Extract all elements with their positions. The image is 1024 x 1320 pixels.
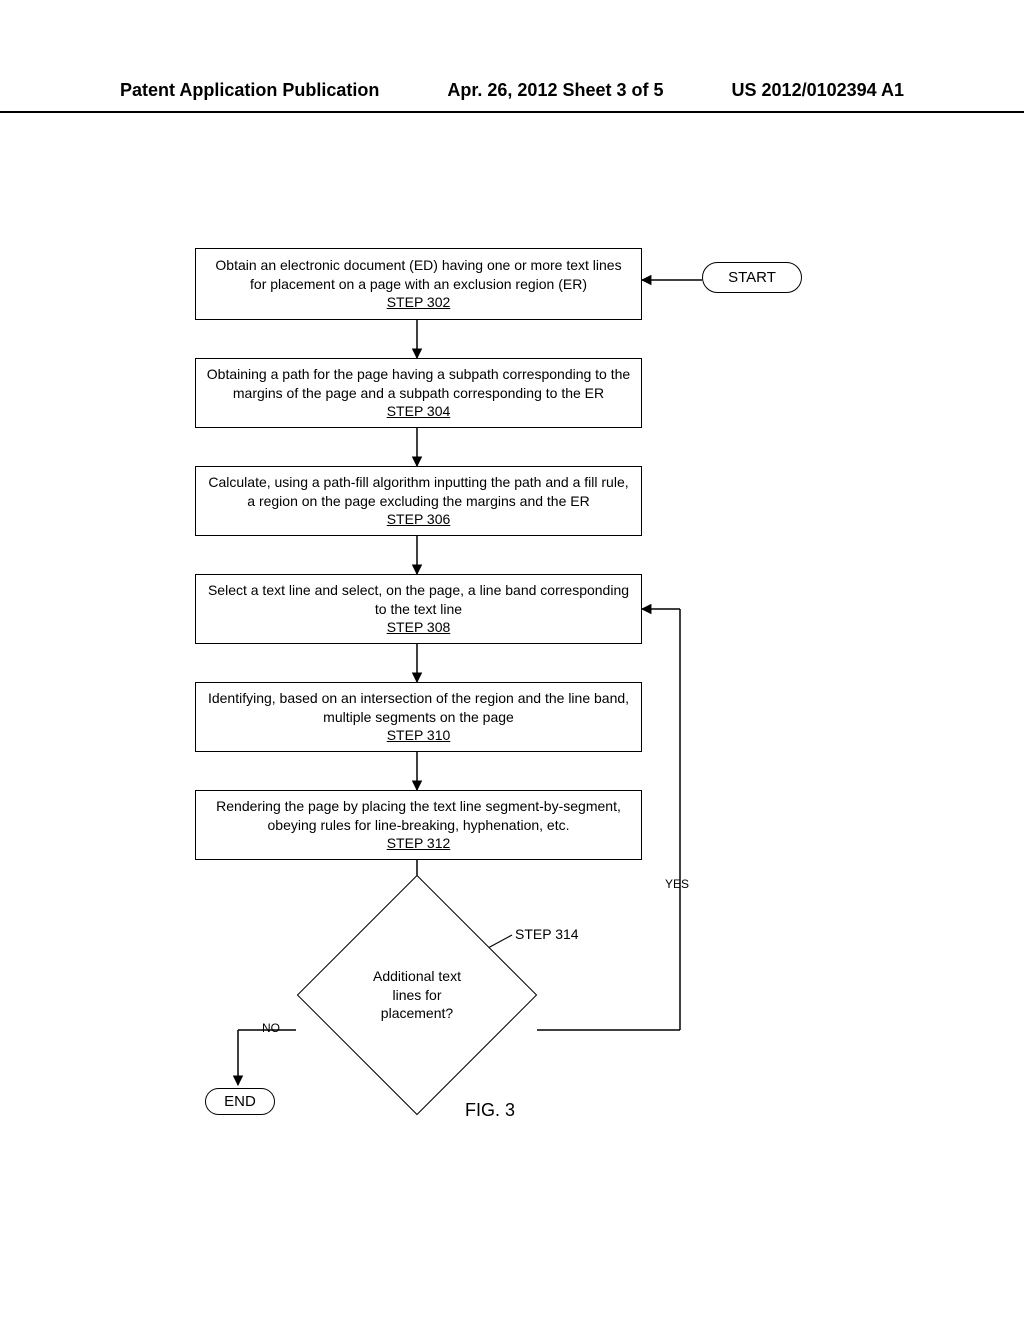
page-header: Patent Application Publication Apr. 26, … (0, 80, 1024, 113)
step-310-box: Identifying, based on an intersection of… (195, 682, 642, 752)
start-terminator: START (702, 262, 802, 293)
step-308-text: Select a text line and select, on the pa… (206, 581, 631, 619)
header-right: US 2012/0102394 A1 (732, 80, 904, 101)
step-304-label: STEP 304 (206, 402, 631, 421)
step-310-label: STEP 310 (206, 726, 631, 745)
step-306-text: Calculate, using a path-fill algorithm i… (206, 473, 631, 511)
step-314-label: STEP 314 (515, 926, 579, 942)
edge-yes-label: YES (665, 877, 689, 891)
step-302-text: Obtain an electronic document (ED) havin… (206, 256, 631, 294)
step-302-box: Obtain an electronic document (ED) havin… (195, 248, 642, 320)
step-310-text: Identifying, based on an intersection of… (206, 689, 631, 727)
header-left: Patent Application Publication (120, 80, 379, 101)
step-302-label: STEP 302 (206, 293, 631, 312)
end-terminator: END (205, 1088, 275, 1115)
step-304-box: Obtaining a path for the page having a s… (195, 358, 642, 428)
step-306-label: STEP 306 (206, 510, 631, 529)
step-306-box: Calculate, using a path-fill algorithm i… (195, 466, 642, 536)
step-308-label: STEP 308 (206, 618, 631, 637)
figure-label: FIG. 3 (465, 1100, 515, 1121)
decision-text: Additional text lines for placement? (332, 910, 502, 1080)
step-308-box: Select a text line and select, on the pa… (195, 574, 642, 644)
step-304-text: Obtaining a path for the page having a s… (206, 365, 631, 403)
edge-no-label: NO (262, 1021, 280, 1035)
decision-step-314: Additional text lines for placement? (332, 910, 502, 1080)
step-312-box: Rendering the page by placing the text l… (195, 790, 642, 860)
header-center: Apr. 26, 2012 Sheet 3 of 5 (447, 80, 663, 101)
step-312-label: STEP 312 (206, 834, 631, 853)
step-312-text: Rendering the page by placing the text l… (206, 797, 631, 835)
connector-overlay (0, 0, 1024, 1320)
